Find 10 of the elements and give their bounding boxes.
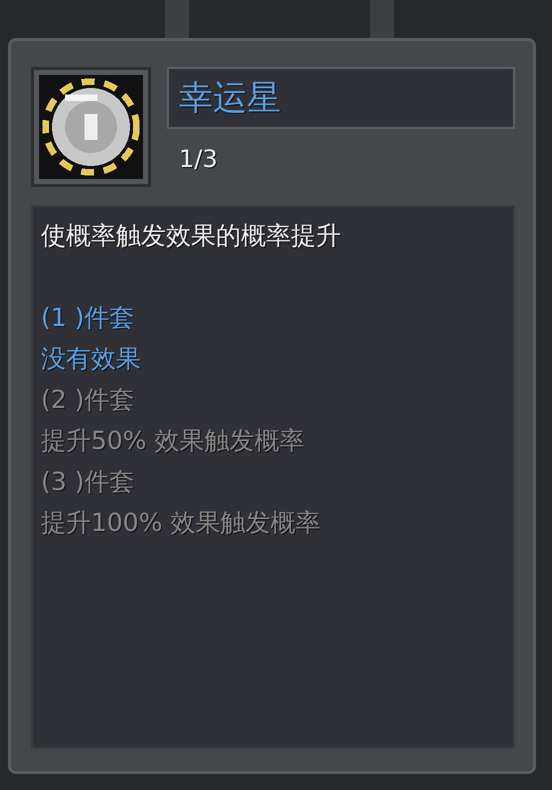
item-count: 1/3 xyxy=(179,145,219,173)
set-tier-label: (3 )件套 xyxy=(41,466,136,498)
set-tier-label: (1 )件套 xyxy=(41,302,136,334)
item-name: 幸运星 xyxy=(167,67,515,129)
set-tier-effect: 提升100% 效果触发概率 xyxy=(41,507,322,539)
set-tier-effect: 提升50% 效果触发概率 xyxy=(41,425,306,457)
set-tier-label: (2 )件套 xyxy=(41,384,136,416)
coin-icon xyxy=(39,75,143,179)
description-text: 使概率触发效果的概率提升 xyxy=(41,220,342,252)
set-tier-effect: 没有效果 xyxy=(41,343,142,375)
